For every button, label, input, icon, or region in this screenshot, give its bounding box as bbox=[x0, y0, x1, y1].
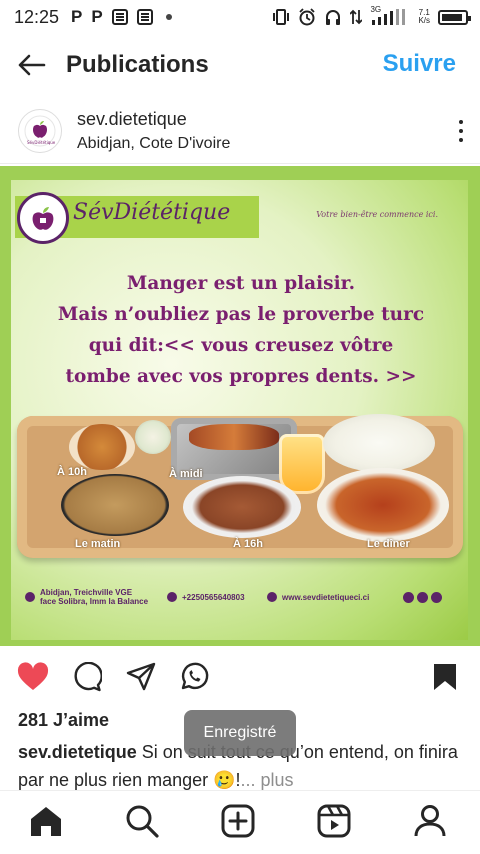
flyer-logo bbox=[17, 192, 69, 244]
flyer-phone: +2250565640803 bbox=[167, 592, 245, 602]
bookmark-icon bbox=[434, 664, 456, 690]
status-time: 12:25 bbox=[14, 6, 60, 27]
social-icons bbox=[403, 592, 442, 603]
post-image[interactable]: SévDiététique Votre bien-être commence i… bbox=[0, 166, 480, 646]
save-button[interactable] bbox=[428, 660, 462, 694]
yogurt-cup-dish bbox=[135, 420, 171, 454]
network-speed: 7.1 K/s bbox=[418, 8, 430, 25]
foutou-plate-dish bbox=[323, 414, 435, 472]
follow-button[interactable]: Suivre bbox=[383, 50, 456, 78]
meal-label-matin: Le matin bbox=[75, 538, 121, 550]
post-actions bbox=[0, 654, 480, 700]
back-button[interactable] bbox=[0, 38, 62, 92]
snack-plate-dish bbox=[183, 476, 301, 538]
nav-search[interactable] bbox=[124, 803, 160, 839]
back-arrow-icon bbox=[18, 54, 46, 76]
nav-home[interactable] bbox=[28, 803, 64, 839]
share-icon bbox=[126, 662, 156, 691]
share-button[interactable] bbox=[124, 660, 158, 694]
meal-label-16h: À 16h bbox=[233, 538, 263, 550]
system-icons: 3G 7.1 K/s bbox=[272, 6, 471, 26]
bottom-nav bbox=[0, 790, 480, 854]
nav-reels[interactable] bbox=[316, 803, 352, 839]
data-transfer-icon bbox=[350, 9, 363, 25]
alarm-icon bbox=[299, 8, 316, 26]
whatsapp-small-icon bbox=[417, 592, 428, 603]
status-bar: 12:25 P P 3G 7.1 K/s bbox=[0, 0, 480, 34]
comment-icon bbox=[74, 662, 102, 692]
battery-icon bbox=[438, 9, 471, 25]
post-username[interactable]: sev.dietetique bbox=[77, 109, 230, 130]
image-icon bbox=[136, 9, 153, 25]
brand-logo-icon: SévDiététique bbox=[24, 115, 56, 146]
comment-button[interactable] bbox=[70, 660, 104, 694]
flyer-message-line: Mais n’oubliez pas le proverbe turc bbox=[57, 304, 425, 325]
notification-p-icon: P bbox=[91, 7, 103, 26]
flyer-brand-name: SévDiététique bbox=[73, 200, 231, 225]
matin-bowl-dish bbox=[61, 474, 169, 536]
notification-icons: P P bbox=[71, 7, 172, 27]
reels-icon bbox=[317, 804, 351, 838]
meal-label-diner: Le dîner bbox=[367, 538, 410, 550]
facebook-icon bbox=[403, 592, 414, 603]
flyer-message: Manger est un plaisir. Mais n’oubliez pa… bbox=[41, 268, 441, 392]
likes-count[interactable]: 281 J’aime bbox=[18, 710, 109, 731]
vibrate-icon bbox=[273, 9, 290, 25]
nav-create[interactable] bbox=[220, 803, 256, 839]
location-pin-icon bbox=[25, 592, 35, 602]
avatar[interactable]: SévDiététique bbox=[18, 108, 62, 153]
notification-p-icon: P bbox=[71, 7, 83, 26]
globe-icon bbox=[267, 592, 277, 602]
app-header: Publications Suivre bbox=[0, 38, 480, 92]
svg-text:SévDiététique: SévDiététique bbox=[27, 140, 56, 145]
flyer-website: www.sevdietetiqueci.ci bbox=[267, 592, 369, 602]
caption-username[interactable]: sev.dietetique bbox=[18, 742, 137, 762]
juice-glass-dish bbox=[279, 434, 325, 494]
more-notifications-dot-icon bbox=[165, 14, 172, 20]
flyer-tagline: Votre bien-être commence ici. bbox=[316, 210, 438, 219]
flyer-message-line: Manger est un plaisir. bbox=[126, 273, 356, 294]
heart-icon bbox=[17, 662, 49, 690]
add-post-icon bbox=[221, 804, 255, 838]
saved-toast: Enregistré bbox=[184, 710, 296, 756]
apple-logo-icon bbox=[32, 207, 54, 230]
whatsapp-share-button[interactable] bbox=[177, 660, 211, 694]
meal-label-10h: À 10h bbox=[57, 466, 87, 478]
phone-icon bbox=[167, 592, 177, 602]
meal-label-midi: À midi bbox=[169, 468, 203, 480]
caption-more-link[interactable]: ... plus bbox=[241, 770, 294, 790]
post-location[interactable]: Abidjan, Cote D'ivoire bbox=[77, 135, 230, 153]
flyer: SévDiététique Votre bien-être commence i… bbox=[11, 180, 468, 640]
home-icon bbox=[31, 807, 61, 836]
instagram-icon bbox=[431, 592, 442, 603]
like-button[interactable] bbox=[16, 660, 50, 694]
signal-strength-icon: 3G bbox=[370, 6, 410, 26]
search-icon bbox=[126, 805, 159, 838]
nav-profile[interactable] bbox=[412, 803, 448, 839]
profile-icon bbox=[414, 805, 446, 837]
flyer-message-line: qui dit:<< vous creusez vôtre bbox=[88, 335, 394, 356]
fish-dish bbox=[189, 424, 279, 450]
flyer-message-line: tombe avec vos propres dents. >> bbox=[65, 366, 417, 387]
diner-plate-dish bbox=[317, 468, 449, 542]
more-vertical-icon bbox=[459, 120, 463, 124]
post-header: SévDiététique sev.dietetique Abidjan, Co… bbox=[0, 98, 480, 164]
more-options-button[interactable] bbox=[454, 116, 468, 146]
page-title: Publications bbox=[66, 51, 209, 78]
message-icon bbox=[111, 9, 128, 25]
whatsapp-icon bbox=[181, 662, 209, 690]
headphones-icon bbox=[326, 10, 341, 25]
bowl-10h-dish bbox=[69, 424, 135, 470]
flyer-address: Abidjan, Treichville VGE face Solibra, I… bbox=[25, 588, 148, 606]
